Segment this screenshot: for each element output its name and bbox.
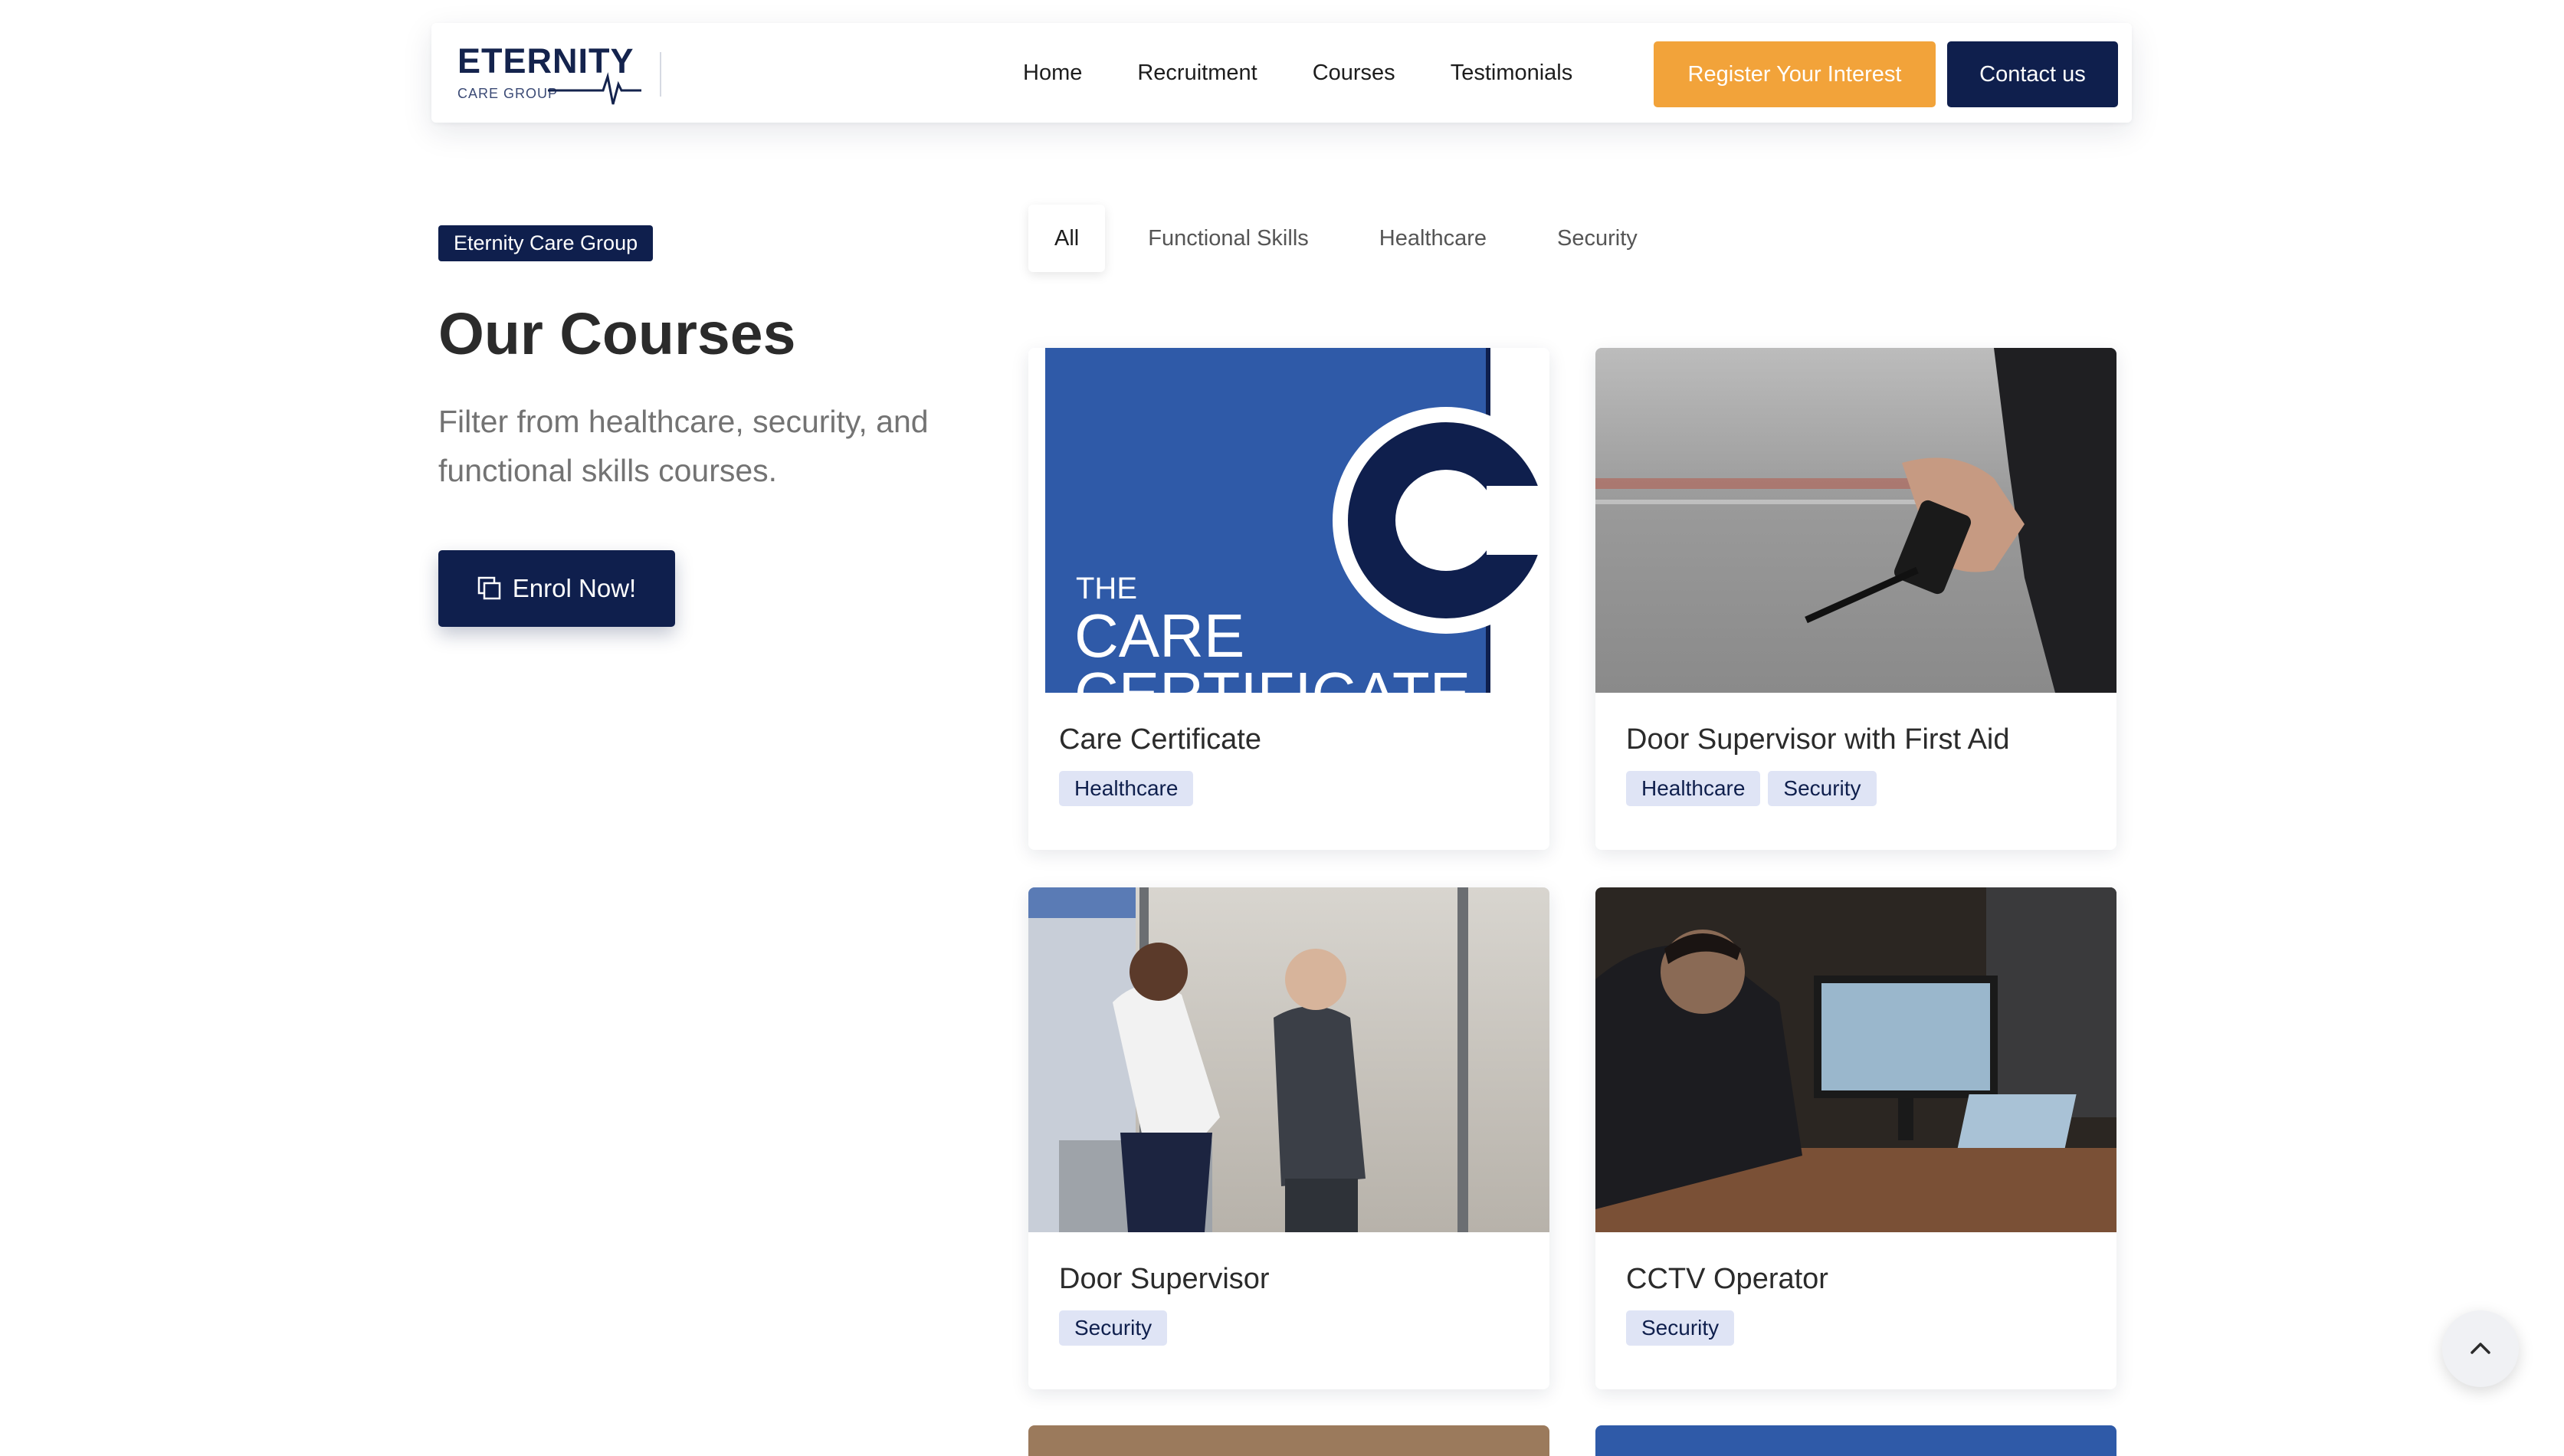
- heartbeat-icon: [548, 72, 641, 105]
- register-interest-button[interactable]: Register Your Interest: [1654, 41, 1936, 107]
- navbar: ETERNITY CARE GROUP Home Recruitment Cou…: [431, 23, 2132, 123]
- contact-us-button[interactable]: Contact us: [1947, 41, 2118, 107]
- security-check-photo: [1028, 887, 1468, 1232]
- course-tags: Security: [1626, 1310, 1742, 1346]
- course-filter-tabs: All Functional Skills Healthcare Securit…: [1028, 204, 1708, 273]
- course-card-care-certificate[interactable]: THE CARE CERTIFICATE Care Certificate He…: [1028, 348, 1549, 850]
- tab-all[interactable]: All: [1028, 205, 1106, 272]
- course-title[interactable]: Door Supervisor: [1059, 1263, 1270, 1296]
- cctv-operator-photo: [1595, 887, 2116, 1232]
- scroll-to-top-button[interactable]: [2442, 1310, 2519, 1387]
- course-tags: Healthcare Security: [1626, 771, 1884, 806]
- course-card-next-row[interactable]: [1028, 1425, 1549, 1456]
- page-title: Our Courses: [438, 301, 796, 367]
- copy-icon: [477, 576, 501, 600]
- course-image-cctv-operator: [1595, 887, 2116, 1232]
- enrol-now-button[interactable]: Enrol Now!: [438, 550, 675, 627]
- tag-healthcare: Healthcare: [1059, 771, 1194, 806]
- tab-security[interactable]: Security: [1557, 226, 1638, 251]
- course-tags: Healthcare: [1059, 771, 1201, 806]
- course-image-door-supervisor: [1028, 887, 1549, 1232]
- course-title[interactable]: Care Certificate: [1059, 723, 1261, 756]
- nav-link-recruitment[interactable]: Recruitment: [1137, 61, 1257, 86]
- brand-logo[interactable]: ETERNITY CARE GROUP: [457, 40, 641, 107]
- chevron-up-icon: [2471, 1343, 2490, 1354]
- tag-security: Security: [1626, 1310, 1735, 1346]
- nav-link-courses[interactable]: Courses: [1313, 61, 1395, 86]
- tag-healthcare: Healthcare: [1626, 771, 1761, 806]
- nav-link-home[interactable]: Home: [1023, 61, 1082, 86]
- course-card-door-supervisor-first-aid[interactable]: Door Supervisor with First Aid Healthcar…: [1595, 348, 2116, 850]
- course-image-care-certificate: THE CARE CERTIFICATE: [1028, 348, 1549, 693]
- main-nav: Home Recruitment Courses Testimonials: [1023, 23, 1572, 123]
- course-title[interactable]: Door Supervisor with First Aid: [1626, 723, 2010, 756]
- course-card-cctv-operator[interactable]: CCTV Operator Security: [1595, 887, 2116, 1389]
- course-image-door-supervisor-first-aid: [1595, 348, 2116, 693]
- course-tags: Security: [1059, 1310, 1175, 1346]
- enrol-now-label: Enrol Now!: [512, 574, 637, 602]
- section-badge: Eternity Care Group: [438, 225, 654, 261]
- course-title[interactable]: CCTV Operator: [1626, 1263, 1828, 1296]
- radio-hand-photo: [1595, 348, 2116, 693]
- tab-healthcare[interactable]: Healthcare: [1379, 226, 1487, 251]
- tag-security: Security: [1059, 1310, 1168, 1346]
- logo-divider: [660, 52, 661, 97]
- course-card-next-row[interactable]: [1595, 1425, 2116, 1456]
- nav-link-testimonials[interactable]: Testimonials: [1451, 61, 1573, 86]
- care-image-line3: CERTIFICATE: [1074, 659, 1471, 693]
- tag-security: Security: [1768, 771, 1877, 806]
- tab-functional-skills[interactable]: Functional Skills: [1148, 226, 1309, 251]
- course-card-door-supervisor[interactable]: Door Supervisor Security: [1028, 887, 1549, 1389]
- page-subtitle: Filter from healthcare, security, and fu…: [438, 404, 929, 488]
